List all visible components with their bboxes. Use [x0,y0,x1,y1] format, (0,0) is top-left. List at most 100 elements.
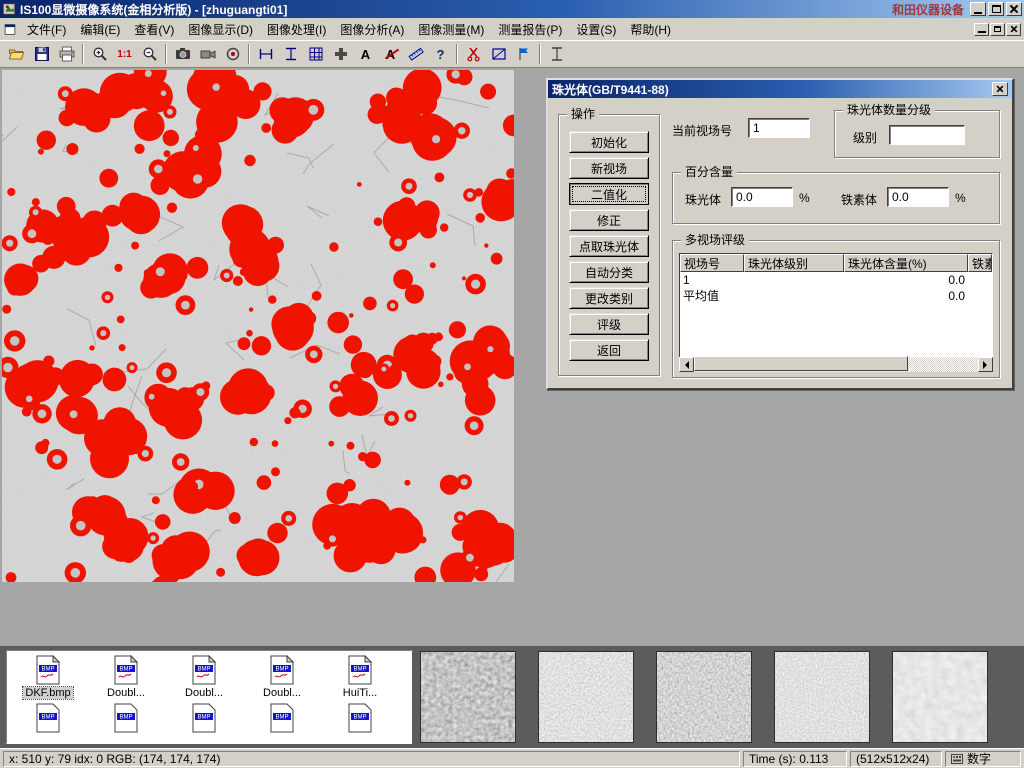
file-item[interactable]: BMP Doubl... [243,655,321,699]
return-button[interactable]: 返回 [569,339,649,361]
menu-image-display[interactable]: 图像显示(D) [181,18,260,41]
mdi-close-button[interactable] [1006,23,1021,36]
file-item[interactable]: BMP [243,703,321,733]
text-delete-button[interactable]: A [378,42,403,66]
menu-settings[interactable]: 设置(S) [569,18,623,41]
grade-label: 级别 [853,129,877,146]
freeze-frame-button[interactable] [220,42,245,66]
cut-button[interactable] [461,42,486,66]
scroll-right-button[interactable] [978,357,993,372]
zoom-in-button[interactable] [87,42,112,66]
camera-button[interactable] [170,42,195,66]
change-class-button[interactable]: 更改类别 [569,287,649,309]
zoom-out-button[interactable] [137,42,162,66]
thumbnail-4[interactable] [774,651,870,743]
maximize-button[interactable] [988,2,1004,16]
file-name[interactable]: Doubl... [105,687,147,699]
scrollbar-thumb[interactable] [694,356,908,371]
file-name[interactable]: DKF.bmp [23,687,72,699]
close-icon [1010,5,1018,13]
file-name[interactable]: Doubl... [183,687,225,699]
file-item[interactable]: BMP DKF.bmp [9,655,87,699]
pearlite-percent-input[interactable]: 0.0 [731,187,793,207]
auto-classify-button[interactable]: 自动分类 [569,261,649,283]
grade-button[interactable]: 评级 [569,313,649,335]
mdi-minimize-button[interactable] [974,23,989,36]
file-name[interactable]: HuiTi... [341,687,379,699]
freeze-frame-icon [225,46,241,62]
header-pearlite-content[interactable]: 珠光体含量(%) [844,254,968,272]
thumbnail-1[interactable] [420,651,516,743]
pick-pearlite-button[interactable]: 点取珠光体 [569,235,649,257]
measure-area-button[interactable] [486,42,511,66]
current-field-input[interactable]: 1 [748,118,810,138]
table-horizontal-scrollbar[interactable] [679,357,993,372]
menu-image-analysis[interactable]: 图像分析(A) [333,18,411,41]
dialog-close-button[interactable] [992,82,1008,96]
file-item[interactable]: BMP [9,703,87,733]
thumbnail-2[interactable] [538,651,634,743]
file-item[interactable]: BMP Doubl... [87,655,165,699]
file-browser[interactable]: BMP DKF.bmp BMP Doubl... BMP [6,650,412,744]
menu-file[interactable]: 文件(F) [20,18,73,41]
file-item[interactable]: BMP [165,703,243,733]
caliper-vertical-button[interactable] [278,42,303,66]
operations-group-label: 操作 [567,107,599,121]
scroll-left-button[interactable] [679,357,694,372]
header-ferrite[interactable]: 铁素 [968,254,992,272]
save-button[interactable] [29,42,54,66]
thumbnail-3[interactable] [656,651,752,743]
grade-input[interactable] [889,125,965,145]
menu-image-processing[interactable]: 图像处理(I) [260,18,333,41]
new-field-button[interactable]: 新视场 [569,157,649,179]
file-item[interactable]: BMP [321,703,399,733]
header-pearlite-grade[interactable]: 珠光体级别 [744,254,844,272]
child-window-icon[interactable] [3,23,17,36]
window-title: IS100显微摄像系统(金相分析版) - [zhuguangti01] [20,1,287,18]
print-button[interactable] [54,42,79,66]
thumbnail-strip [420,651,988,743]
file-name[interactable]: Doubl... [261,687,303,699]
dialog-title-bar[interactable]: 珠光体(GB/T9441-88) [548,80,1012,98]
thumbnail-5[interactable] [892,651,988,743]
open-button[interactable] [4,42,29,66]
file-item[interactable]: BMP Doubl... [165,655,243,699]
text-label-button[interactable]: A [353,42,378,66]
ferrite-percent-input[interactable]: 0.0 [887,187,949,207]
mdi-restore-button[interactable] [990,23,1005,36]
camera-icon [175,46,191,62]
grid-button[interactable] [303,42,328,66]
status-coordinates: x: 510 y: 79 idx: 0 RGB: (174, 174, 174) [3,751,740,767]
metallographic-image[interactable] [2,70,514,582]
binarize-button[interactable]: 二值化 [569,183,649,205]
svg-text:BMP: BMP [197,715,210,721]
menu-image-measure[interactable]: 图像测量(M) [411,18,491,41]
video-camera-button[interactable] [195,42,220,66]
scale-ruler-button[interactable] [403,42,428,66]
menu-view[interactable]: 查看(V) [127,18,181,41]
end-caliper-button[interactable] [544,42,569,66]
status-bar: x: 510 y: 79 idx: 0 RGB: (174, 174, 174)… [0,748,1024,768]
stamp-button[interactable] [328,42,353,66]
toolbar-separator [248,44,250,64]
menu-help[interactable]: 帮助(H) [623,18,678,41]
menu-measure-report[interactable]: 测量报告(P) [491,18,569,41]
init-button[interactable]: 初始化 [569,131,649,153]
help-button[interactable]: ? [428,42,453,66]
file-item[interactable]: BMP HuiTi... [321,655,399,699]
cell-grade [744,288,844,304]
correct-button[interactable]: 修正 [569,209,649,231]
minimize-button[interactable] [970,2,986,16]
flag-button[interactable] [511,42,536,66]
multi-field-table[interactable]: 视场号 珠光体级别 珠光体含量(%) 铁素 1 0.0 平均值 0 [679,253,993,363]
table-row[interactable]: 平均值 0.0 [680,288,992,304]
actual-size-button[interactable]: 1:1 [112,42,137,66]
caliper-horizontal-button[interactable] [253,42,278,66]
file-item[interactable]: BMP [87,703,165,733]
menu-edit[interactable]: 编辑(E) [73,18,127,41]
end-caliper-icon [549,46,565,62]
close-button[interactable] [1006,2,1022,16]
header-field-no[interactable]: 视场号 [680,254,744,272]
actual-size-icon: 1:1 [117,49,131,60]
table-row[interactable]: 1 0.0 [680,272,992,288]
